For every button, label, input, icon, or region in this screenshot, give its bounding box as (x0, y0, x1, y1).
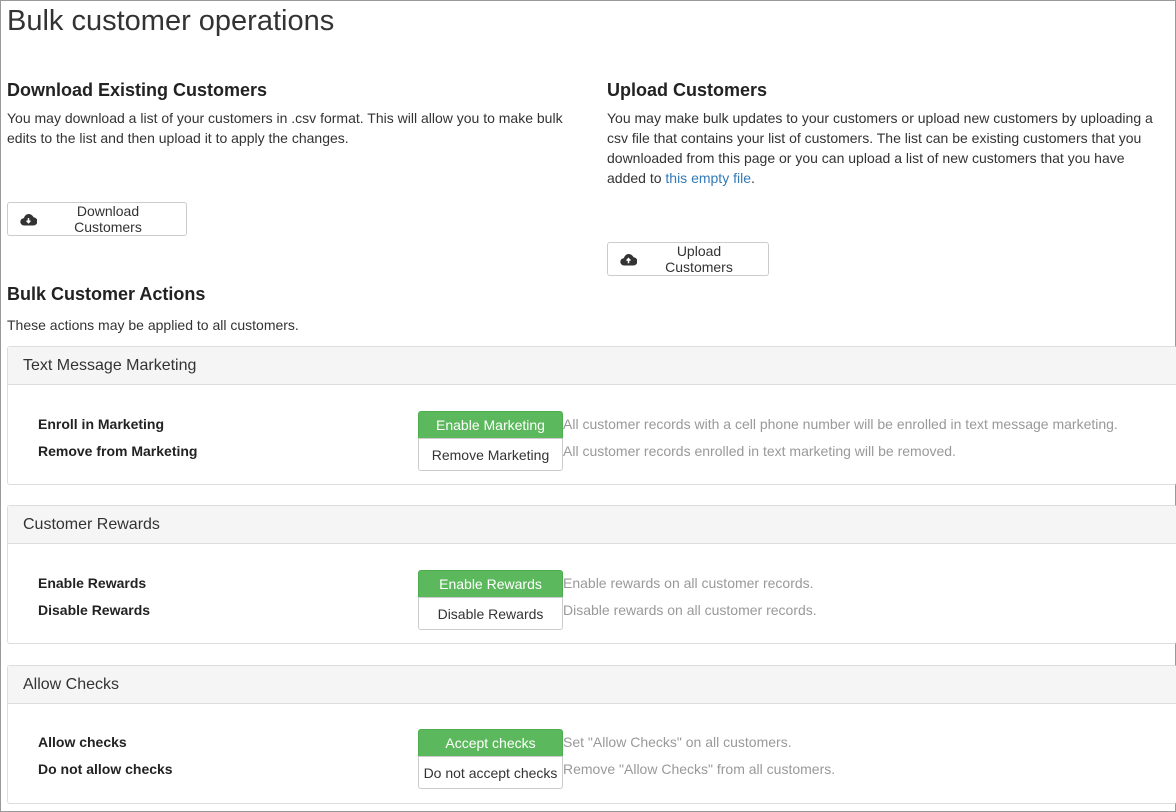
action-row-remove-marketing: Remove from Marketing Remove Marketing A… (8, 438, 1176, 471)
do-not-accept-checks-button[interactable]: Do not accept checks (418, 756, 563, 789)
cloud-download-icon (20, 213, 37, 226)
panel-heading: Customer Rewards (8, 506, 1176, 544)
action-row-enable-rewards: Enable Rewards Enable Rewards Enable rew… (8, 570, 1176, 598)
row-label: Enroll in Marketing (38, 416, 165, 432)
row-description: All customer records with a cell phone n… (563, 416, 1118, 432)
download-customers-label: Download Customers (74, 203, 142, 235)
row-description: Disable rewards on all customer records. (563, 602, 817, 618)
upload-description: You may make bulk updates to your custom… (607, 108, 1167, 188)
row-label: Do not allow checks (38, 761, 173, 777)
remove-marketing-button[interactable]: Remove Marketing (418, 438, 563, 471)
row-label: Enable Rewards (38, 575, 147, 591)
action-row-allow-checks: Allow checks Accept checks Set "Allow Ch… (8, 729, 1176, 757)
row-label: Remove from Marketing (38, 443, 198, 459)
panel-text-message-marketing: Text Message Marketing Enroll in Marketi… (7, 346, 1176, 485)
action-row-do-not-allow-checks: Do not allow checks Do not accept checks… (8, 756, 1176, 789)
panel-allow-checks: Allow Checks Allow checks Accept checks … (7, 665, 1176, 804)
disable-rewards-button[interactable]: Disable Rewards (418, 597, 563, 630)
download-heading: Download Existing Customers (7, 80, 268, 100)
panel-customer-rewards: Customer Rewards Enable Rewards Enable R… (7, 505, 1176, 644)
panel-heading: Text Message Marketing (8, 347, 1176, 385)
enable-rewards-button[interactable]: Enable Rewards (418, 570, 563, 598)
empty-file-link[interactable]: this empty file (665, 170, 751, 186)
upload-heading: Upload Customers (607, 80, 768, 100)
row-label: Allow checks (38, 734, 127, 750)
row-description: Remove "Allow Checks" from all customers… (563, 761, 836, 777)
bulk-actions-heading: Bulk Customer Actions (7, 284, 206, 304)
download-description: You may download a list of your customer… (7, 110, 563, 146)
action-row-enroll-marketing: Enroll in Marketing Enable Marketing All… (8, 411, 1176, 439)
page-title: Bulk customer operations (7, 5, 335, 37)
bulk-actions-intro: These actions may be applied to all cust… (7, 317, 299, 333)
upload-customers-label: Upload Customers (665, 243, 733, 275)
row-description: Set "Allow Checks" on all customers. (563, 734, 792, 750)
accept-checks-button[interactable]: Accept checks (418, 729, 563, 757)
download-section: Download Existing Customers You may down… (7, 79, 577, 148)
upload-customers-button[interactable]: Upload Customers (607, 242, 769, 276)
upload-section: Upload Customers You may make bulk updat… (607, 79, 1167, 188)
panel-heading: Allow Checks (8, 666, 1176, 704)
row-label: Disable Rewards (38, 602, 151, 618)
cloud-upload-icon (620, 253, 637, 266)
upload-text-after-link: . (750, 170, 755, 186)
row-description: All customer records enrolled in text ma… (563, 443, 956, 459)
row-description: Enable rewards on all customer records. (563, 575, 814, 591)
enable-marketing-button[interactable]: Enable Marketing (418, 411, 563, 439)
download-customers-button[interactable]: Download Customers (7, 202, 187, 236)
action-row-disable-rewards: Disable Rewards Disable Rewards Disable … (8, 597, 1176, 630)
